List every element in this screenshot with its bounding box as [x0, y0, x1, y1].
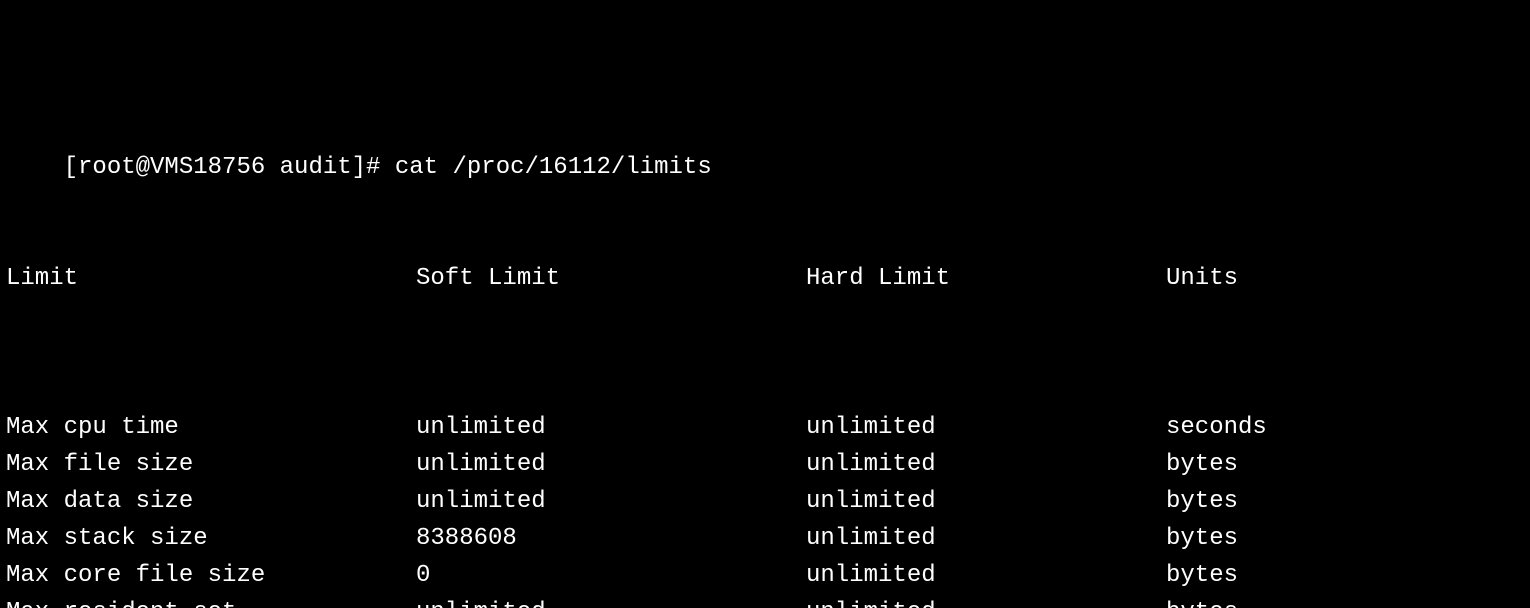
prompt-command: cat /proc/16112/limits [395, 154, 712, 181]
hard-limit: unlimited [806, 594, 1166, 608]
units: bytes [1166, 594, 1466, 608]
hard-limit: unlimited [806, 446, 1166, 483]
limit-name: Max cpu time [6, 409, 416, 446]
hard-limit: unlimited [806, 409, 1166, 446]
units: seconds [1166, 409, 1466, 446]
limits-row: Max resident setunlimitedunlimitedbytes [6, 594, 1524, 608]
terminal-output[interactable]: [root@VMS18756 audit]# cat /proc/16112/l… [0, 0, 1530, 608]
soft-limit: unlimited [416, 594, 806, 608]
limit-name: Max core file size [6, 557, 416, 594]
prompt-line: [root@VMS18756 audit]# cat /proc/16112/l… [6, 112, 1524, 149]
limits-header-row: LimitSoft LimitHard LimitUnits [6, 260, 1524, 297]
limits-row: Max stack size8388608unlimitedbytes [6, 520, 1524, 557]
limits-row: Max core file size0unlimitedbytes [6, 557, 1524, 594]
limit-name: Max stack size [6, 520, 416, 557]
limit-name: Max resident set [6, 594, 416, 608]
header-units: Units [1166, 260, 1466, 297]
soft-limit: 0 [416, 557, 806, 594]
limit-name: Max data size [6, 483, 416, 520]
header-hard: Hard Limit [806, 260, 1166, 297]
soft-limit: unlimited [416, 409, 806, 446]
limits-row: Max file sizeunlimitedunlimitedbytes [6, 446, 1524, 483]
units: bytes [1166, 446, 1466, 483]
hard-limit: unlimited [806, 557, 1166, 594]
soft-limit: 8388608 [416, 520, 806, 557]
hard-limit: unlimited [806, 483, 1166, 520]
limit-name: Max file size [6, 446, 416, 483]
units: bytes [1166, 520, 1466, 557]
units: bytes [1166, 557, 1466, 594]
units: bytes [1166, 483, 1466, 520]
prompt-user-host-dir: [root@VMS18756 audit]# [64, 154, 381, 181]
soft-limit: unlimited [416, 446, 806, 483]
hard-limit: unlimited [806, 520, 1166, 557]
limits-row: Max cpu timeunlimitedunlimitedseconds [6, 409, 1524, 446]
header-limit: Limit [6, 260, 416, 297]
limits-row: Max data sizeunlimitedunlimitedbytes [6, 483, 1524, 520]
soft-limit: unlimited [416, 483, 806, 520]
header-soft: Soft Limit [416, 260, 806, 297]
